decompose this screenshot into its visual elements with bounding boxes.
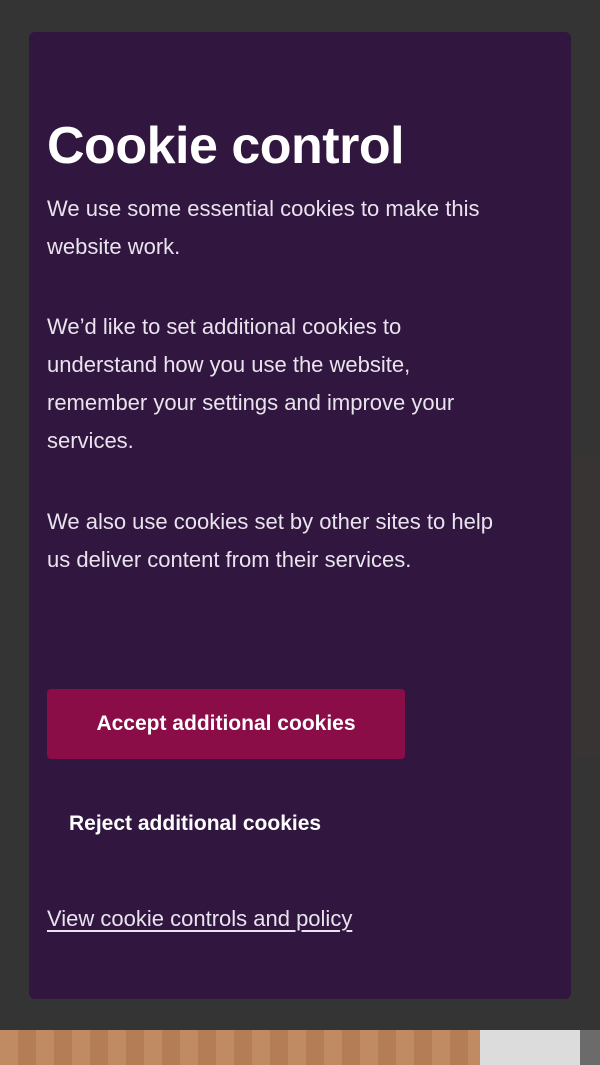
third-party-cookies-text: We also use cookies set by other sites t… bbox=[47, 509, 493, 572]
dialog-title: Cookie control bbox=[47, 117, 405, 175]
accept-additional-cookies-button[interactable]: Accept additional cookies bbox=[47, 689, 405, 759]
additional-cookies-text: We’d like to set additional cookies to u… bbox=[47, 314, 455, 453]
background-building-image bbox=[0, 1030, 480, 1065]
cookie-control-dialog: Cookie control We use some essential coo… bbox=[29, 32, 571, 999]
background-door-image bbox=[480, 1030, 580, 1065]
reject-additional-cookies-button[interactable]: Reject additional cookies bbox=[47, 789, 405, 859]
essential-cookies-text: We use some essential cookies to make th… bbox=[47, 196, 480, 259]
cookie-policy-link[interactable]: View cookie controls and policy bbox=[47, 906, 352, 932]
